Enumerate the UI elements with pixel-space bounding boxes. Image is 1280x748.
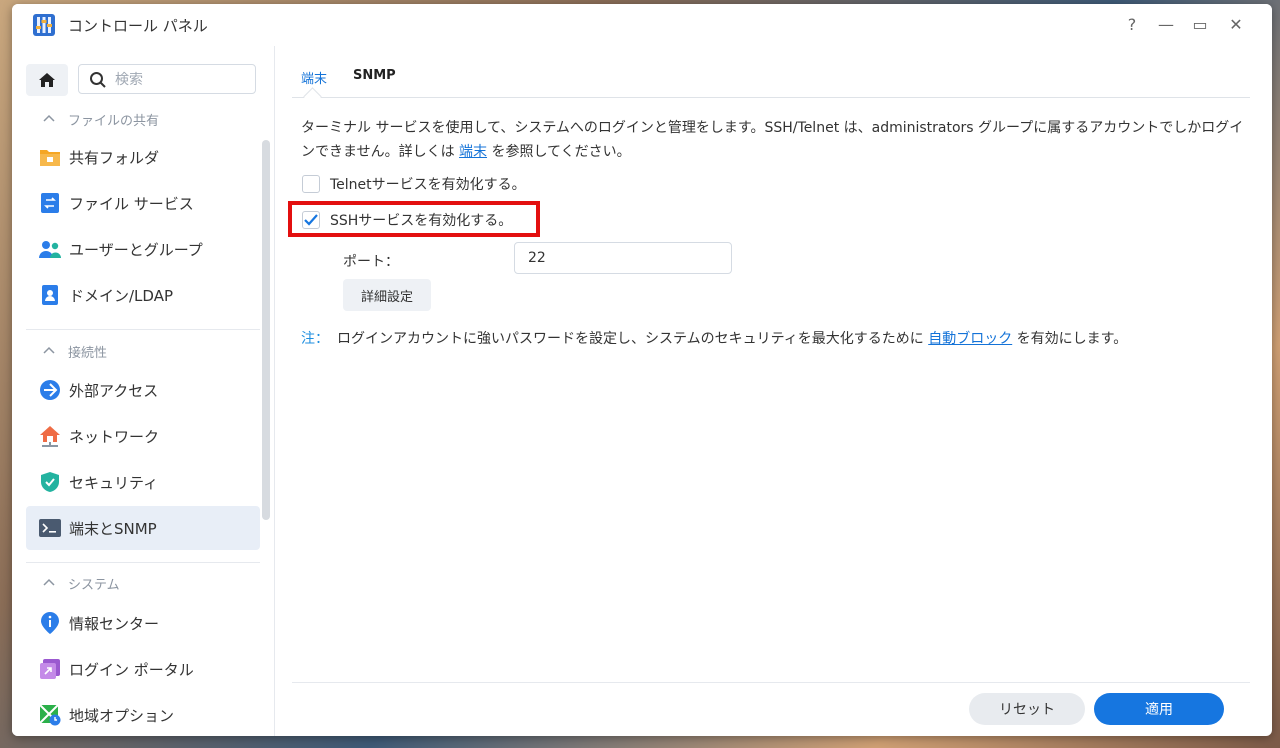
sidebar-item-label: 端末とSNMP bbox=[69, 519, 157, 538]
search-input[interactable] bbox=[113, 69, 253, 91]
title-bar: コントロール パネル ? — ▭ ✕ bbox=[12, 4, 1272, 46]
search-box bbox=[78, 64, 256, 94]
sidebar-item-label: ファイル サービス bbox=[69, 194, 194, 213]
maximize-button[interactable]: ▭ bbox=[1190, 15, 1210, 35]
folder-icon bbox=[39, 146, 61, 168]
ssh-label: SSHサービスを有効化する。 bbox=[330, 213, 513, 229]
section-divider bbox=[26, 562, 260, 563]
chevron-up-icon bbox=[42, 344, 58, 359]
security-note: 注： ログインアカウントに強いパスワードを設定し、システムのセキュリティを最大化す… bbox=[301, 328, 1127, 348]
sidebar-item-label: ユーザーとグループ bbox=[69, 240, 203, 259]
section-system[interactable]: システム bbox=[42, 574, 120, 593]
port-input[interactable] bbox=[514, 242, 732, 274]
close-button[interactable]: ✕ bbox=[1226, 15, 1246, 35]
network-icon bbox=[39, 425, 61, 447]
ssh-option[interactable]: SSHサービスを有効化する。 bbox=[302, 210, 512, 230]
sidebar: ファイルの共有 共有フォルダ ファイル サービス ユーザーとグループ ドメイン/… bbox=[12, 46, 275, 736]
active-tab-pointer bbox=[303, 87, 322, 106]
telnet-checkbox[interactable] bbox=[302, 175, 320, 193]
sidebar-item-info-center[interactable]: 情報センター bbox=[26, 601, 260, 645]
home-button[interactable] bbox=[26, 64, 68, 96]
sidebar-item-label: 共有フォルダ bbox=[69, 148, 160, 167]
chevron-up-icon bbox=[42, 112, 58, 127]
file-services-icon bbox=[39, 192, 61, 214]
external-access-icon bbox=[39, 379, 61, 401]
sidebar-item-label: 地域オプション bbox=[69, 706, 175, 725]
section-title: 接続性 bbox=[68, 346, 108, 361]
control-panel-app-icon bbox=[32, 13, 56, 37]
footer-divider bbox=[292, 682, 1250, 683]
sidebar-item-file-services[interactable]: ファイル サービス bbox=[26, 181, 260, 225]
sidebar-item-shared-folder[interactable]: 共有フォルダ bbox=[26, 135, 260, 179]
tab-bar: 端末 SNMP bbox=[292, 46, 1250, 106]
minimize-button[interactable]: — bbox=[1156, 15, 1176, 35]
telnet-label: Telnetサービスを有効化する。 bbox=[330, 177, 526, 193]
sidebar-item-regional-options[interactable]: 地域オプション bbox=[26, 693, 260, 736]
apply-button[interactable]: 適用 bbox=[1094, 693, 1224, 725]
window-title: コントロール パネル bbox=[68, 17, 208, 35]
tab-snmp[interactable]: SNMP bbox=[353, 68, 396, 83]
advanced-settings-button[interactable]: 詳細設定 bbox=[343, 279, 431, 311]
home-icon bbox=[39, 73, 55, 87]
sidebar-item-label: ドメイン/LDAP bbox=[69, 286, 174, 305]
reset-button[interactable]: リセット bbox=[969, 693, 1085, 725]
section-file-sharing[interactable]: ファイルの共有 bbox=[42, 110, 159, 129]
section-title: ファイルの共有 bbox=[68, 114, 160, 129]
domain-icon bbox=[39, 284, 61, 306]
note-text-end: を有効にします。 bbox=[1012, 331, 1128, 347]
search-icon bbox=[90, 72, 106, 88]
auto-block-link[interactable]: 自動ブロック bbox=[928, 331, 1012, 347]
regional-options-icon bbox=[39, 704, 61, 726]
control-panel-window: コントロール パネル ? — ▭ ✕ ファイルの共有 bbox=[12, 4, 1272, 736]
section-divider bbox=[26, 329, 260, 330]
sidebar-item-login-portal[interactable]: ログイン ポータル bbox=[26, 647, 260, 691]
shield-icon bbox=[39, 471, 61, 493]
sidebar-item-label: セキュリティ bbox=[69, 473, 159, 492]
checkmark-icon bbox=[304, 214, 318, 226]
login-portal-icon bbox=[39, 658, 61, 680]
note-label: 注： bbox=[301, 331, 329, 347]
chevron-up-icon bbox=[42, 576, 58, 591]
sidebar-item-label: ログイン ポータル bbox=[69, 660, 194, 679]
description-text: ターミナル サービスを使用して、システムへのログインと管理をします。SSH/Te… bbox=[301, 120, 1244, 160]
note-text: ログインアカウントに強いパスワードを設定し、システムのセキュリティを最大化するた… bbox=[337, 331, 929, 347]
main-content: 端末 SNMP ターミナル サービスを使用して、システムへのログインと管理をしま… bbox=[288, 46, 1254, 736]
description-text-end: を参照してください。 bbox=[487, 144, 631, 160]
section-title: システム bbox=[68, 578, 120, 593]
section-connectivity[interactable]: 接続性 bbox=[42, 342, 107, 361]
users-icon bbox=[39, 238, 61, 260]
terminal-description: ターミナル サービスを使用して、システムへのログインと管理をします。SSH/Te… bbox=[301, 116, 1246, 164]
sidebar-item-domain-ldap[interactable]: ドメイン/LDAP bbox=[26, 273, 260, 317]
sidebar-scrollbar[interactable] bbox=[262, 140, 270, 520]
terminal-help-link[interactable]: 端末 bbox=[459, 144, 487, 160]
sidebar-item-external-access[interactable]: 外部アクセス bbox=[26, 368, 260, 412]
tab-terminal[interactable]: 端末 bbox=[301, 68, 327, 87]
sidebar-item-security[interactable]: セキュリティ bbox=[26, 460, 260, 504]
terminal-icon bbox=[39, 517, 61, 539]
sidebar-item-label: ネットワーク bbox=[69, 427, 160, 446]
port-label: ポート： bbox=[343, 254, 399, 270]
sidebar-item-label: 情報センター bbox=[69, 614, 160, 633]
sidebar-item-label: 外部アクセス bbox=[69, 381, 159, 400]
telnet-option[interactable]: Telnetサービスを有効化する。 bbox=[302, 174, 526, 194]
ssh-checkbox[interactable] bbox=[302, 211, 320, 229]
sidebar-item-users-groups[interactable]: ユーザーとグループ bbox=[26, 227, 260, 271]
info-icon bbox=[39, 612, 61, 634]
sidebar-item-network[interactable]: ネットワーク bbox=[26, 414, 260, 458]
help-button[interactable]: ? bbox=[1122, 15, 1142, 35]
sidebar-item-terminal-snmp[interactable]: 端末とSNMP bbox=[26, 506, 260, 550]
